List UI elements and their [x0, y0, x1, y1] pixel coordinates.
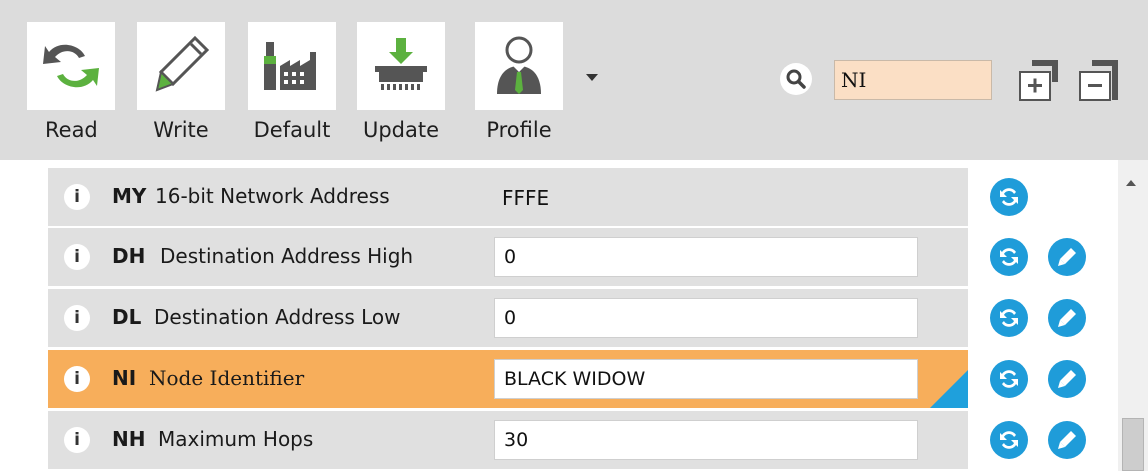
info-icon[interactable]: i [64, 427, 90, 453]
read-icon [43, 44, 99, 88]
write-icon [155, 35, 210, 92]
pencil-icon [1058, 370, 1076, 388]
parameter-row-nh: i NH Maximum Hops [48, 411, 968, 469]
parameter-value-input[interactable] [494, 237, 918, 277]
update-icon [375, 38, 427, 90]
parameter-description: Maximum Hops [158, 427, 314, 451]
parameter-description: Node Identifier [149, 366, 305, 390]
info-icon[interactable]: i [64, 305, 90, 331]
parameter-command: DH [112, 244, 146, 268]
default-label: Default [253, 118, 331, 142]
scroll-up-arrow[interactable] [1126, 180, 1136, 186]
parameter-list: i MY 16-bit Network Address FFFE i DH De… [0, 160, 1148, 471]
parameter-command: NH [112, 427, 146, 451]
info-icon[interactable]: i [64, 244, 90, 270]
read-parameter-button[interactable] [990, 421, 1028, 459]
parameter-description: Destination Address High [160, 244, 414, 268]
expand-all-button[interactable] [1018, 58, 1062, 102]
pencil-icon [1058, 431, 1076, 449]
parameter-row-my: i MY 16-bit Network Address FFFE [48, 168, 968, 226]
write-parameter-button[interactable] [1048, 299, 1086, 337]
write-button[interactable] [137, 22, 225, 110]
read-button[interactable] [27, 22, 115, 110]
write-parameter-button[interactable] [1048, 238, 1086, 276]
collapse-all-button[interactable] [1078, 58, 1122, 102]
refresh-icon [1000, 309, 1018, 327]
write-label: Write [153, 118, 209, 142]
search-icon[interactable] [780, 63, 812, 95]
refresh-icon [1000, 370, 1018, 388]
default-icon [264, 42, 316, 90]
parameter-command: NI [112, 366, 137, 390]
parameter-row-dh: i DH Destination Address High [48, 228, 968, 286]
parameter-value: FFFE [502, 186, 550, 210]
read-parameter-button[interactable] [990, 178, 1028, 216]
search-input[interactable] [834, 60, 992, 100]
write-parameter-button[interactable] [1048, 360, 1086, 398]
refresh-icon [1000, 431, 1018, 449]
toolbar: Read Write Default Update Profile NI [0, 0, 1148, 160]
default-button[interactable] [248, 22, 336, 110]
parameter-command: DL [112, 305, 142, 329]
profile-button[interactable] [475, 22, 563, 110]
profile-label: Profile [486, 118, 552, 142]
info-icon[interactable]: i [64, 366, 90, 392]
read-parameter-button[interactable] [990, 360, 1028, 398]
read-parameter-button[interactable] [990, 299, 1028, 337]
parameter-command: MY [112, 184, 147, 208]
read-parameter-button[interactable] [990, 238, 1028, 276]
write-parameter-button[interactable] [1048, 421, 1086, 459]
parameter-description: Destination Address Low [154, 305, 401, 329]
read-label: Read [45, 118, 98, 142]
profile-icon [497, 36, 541, 94]
parameter-description: 16-bit Network Address [155, 184, 390, 208]
scrollbar[interactable] [1118, 160, 1148, 471]
collapse-icon [1079, 60, 1118, 101]
parameter-value-input[interactable] [494, 359, 918, 399]
update-button[interactable] [357, 22, 445, 110]
expand-icon [1019, 60, 1058, 101]
parameter-value-input[interactable] [494, 298, 918, 338]
update-label: Update [362, 118, 440, 142]
info-icon[interactable]: i [64, 184, 90, 210]
modified-flag [930, 370, 968, 408]
parameter-value-input[interactable] [494, 420, 918, 460]
parameter-row-ni: i NI Node Identifier [48, 350, 968, 408]
parameter-row-dl: i DL Destination Address Low [48, 289, 968, 347]
refresh-icon [1000, 188, 1018, 206]
profile-dropdown-arrow[interactable] [586, 74, 598, 81]
scrollbar-thumb[interactable] [1122, 418, 1144, 471]
pencil-icon [1058, 248, 1076, 266]
refresh-icon [1000, 248, 1018, 266]
pencil-icon [1058, 309, 1076, 327]
